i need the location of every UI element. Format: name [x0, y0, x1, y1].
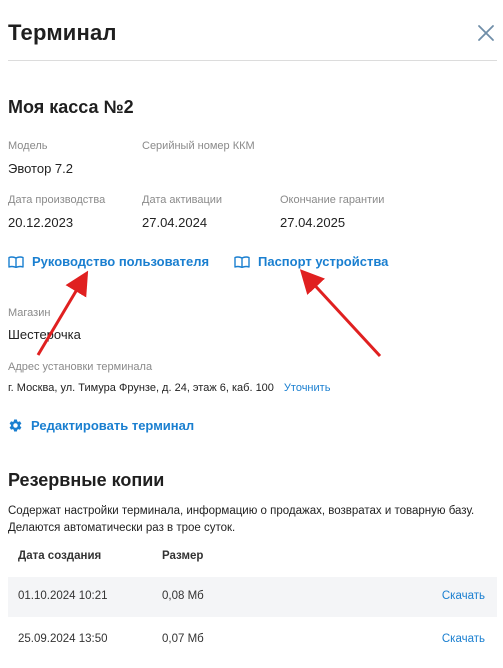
book-icon: [8, 255, 24, 268]
warranty-end-value: 27.04.2025: [280, 215, 346, 230]
address-label: Адрес установки терминала: [8, 361, 153, 373]
close-icon[interactable]: [475, 22, 497, 44]
device-passport-link[interactable]: Паспорт устройства: [234, 254, 388, 269]
column-size: Размер: [162, 550, 204, 562]
header-divider: [8, 60, 497, 61]
download-link[interactable]: Скачать: [442, 633, 485, 645]
user-guide-label: Руководство пользователя: [32, 254, 210, 269]
backup-date: 01.10.2024 10:21: [18, 590, 108, 602]
column-date: Дата создания: [18, 550, 102, 562]
serial-label: Серийный номер ККМ: [142, 140, 255, 152]
backup-size: 0,08 Мб: [162, 590, 204, 602]
store-label: Магазин: [8, 307, 51, 319]
backup-size: 0,07 Мб: [162, 633, 204, 645]
model-value: Эвотор 7.2: [8, 161, 73, 176]
activation-date-value: 27.04.2024: [142, 215, 208, 230]
address-value: г. Москва, ул. Тимура Фрунзе, д. 24, эта…: [8, 382, 274, 394]
modal-header: Терминал: [8, 20, 497, 60]
arrow-to-device-passport: [299, 269, 382, 358]
table-row: 25.09.2024 13:50 0,07 Мб Скачать: [8, 620, 497, 660]
production-date-value: 20.12.2023: [8, 215, 74, 230]
gear-icon: [9, 419, 22, 432]
activation-date-label: Дата активации: [142, 194, 223, 206]
clarify-address-link[interactable]: Уточнить: [284, 382, 331, 394]
terminal-name: Моя касса №2: [8, 97, 134, 117]
edit-terminal-label: Редактировать терминал: [31, 418, 195, 433]
user-guide-link[interactable]: Руководство пользователя: [8, 254, 209, 269]
backup-date: 25.09.2024 13:50: [18, 633, 108, 645]
production-date-label: Дата производства: [8, 194, 106, 206]
device-passport-label: Паспорт устройства: [258, 254, 389, 269]
page-title: Терминал: [8, 20, 117, 45]
warranty-end-label: Окончание гарантии: [280, 194, 385, 206]
store-value: Шестерочка: [8, 327, 81, 342]
backups-table-header: Дата создания Размер: [8, 550, 497, 568]
download-link[interactable]: Скачать: [442, 590, 485, 602]
table-row: 01.10.2024 10:21 0,08 Мб Скачать: [8, 577, 497, 617]
backups-description: Содержат настройки терминала, информацию…: [8, 505, 475, 534]
address-row: г. Москва, ул. Тимура Фрунзе, д. 24, эта…: [8, 382, 330, 394]
model-label: Модель: [8, 140, 48, 152]
book-icon: [234, 255, 250, 268]
backups-title: Резервные копии: [8, 470, 165, 490]
edit-terminal-link[interactable]: Редактировать терминал: [8, 418, 194, 433]
